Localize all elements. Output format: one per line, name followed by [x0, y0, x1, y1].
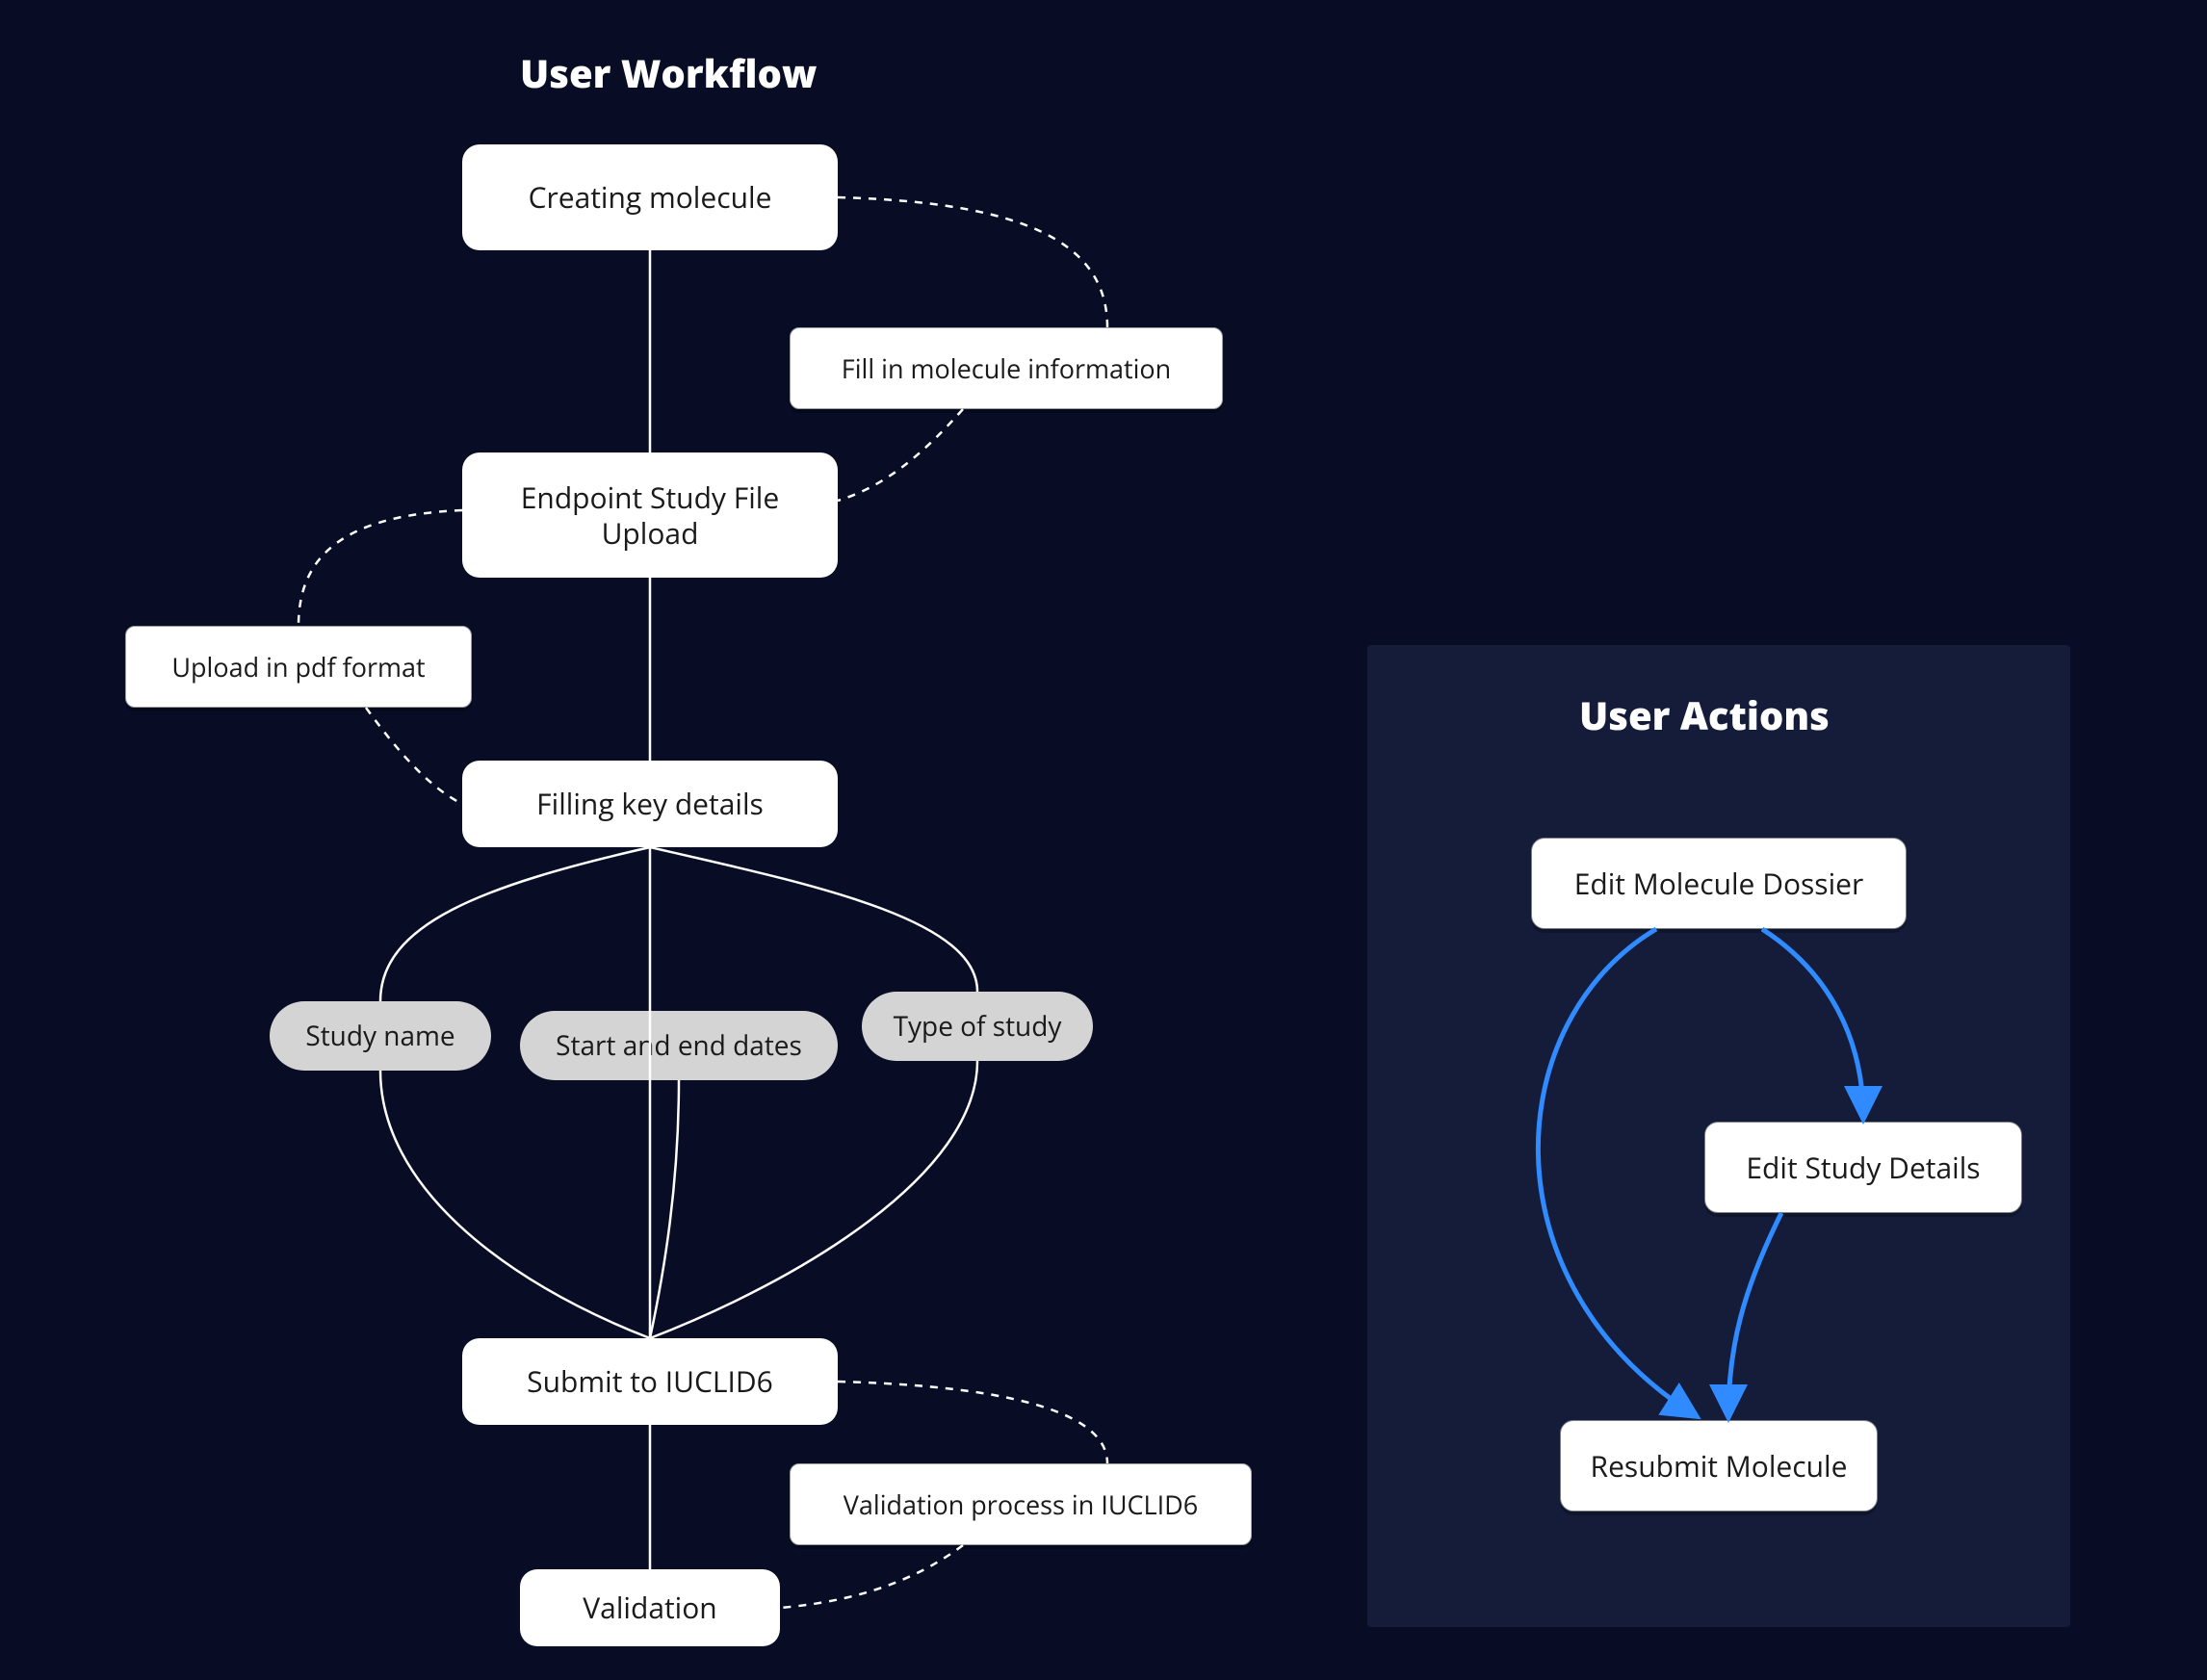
pill-start-end-dates: Start and end dates [520, 1011, 838, 1080]
node-creating-molecule: Creating molecule [462, 144, 838, 250]
pill-study-name: Study name [270, 1001, 491, 1071]
actions-title: User Actions [1579, 688, 1830, 741]
node-submit-iuclid: Submit to IUCLID6 [462, 1338, 838, 1425]
node-endpoint-upload: Endpoint Study File Upload [462, 452, 838, 578]
note-upload-pdf: Upload in pdf format [125, 626, 472, 708]
note-validation-process: Validation process in IUCLID6 [790, 1463, 1252, 1545]
node-edit-study-details: Edit Study Details [1704, 1122, 2022, 1213]
note-fill-molecule-info: Fill in molecule information [790, 327, 1223, 409]
diagram-canvas: User Workflow Creating molecule Endpoint… [0, 0, 2207, 1680]
pill-type-of-study: Type of study [862, 992, 1093, 1061]
node-edit-molecule-dossier: Edit Molecule Dossier [1531, 838, 1907, 929]
node-filling-details: Filling key details [462, 761, 838, 847]
node-validation: Validation [520, 1569, 780, 1646]
node-resubmit-molecule: Resubmit Molecule [1560, 1420, 1878, 1512]
workflow-title: User Workflow [520, 46, 817, 99]
